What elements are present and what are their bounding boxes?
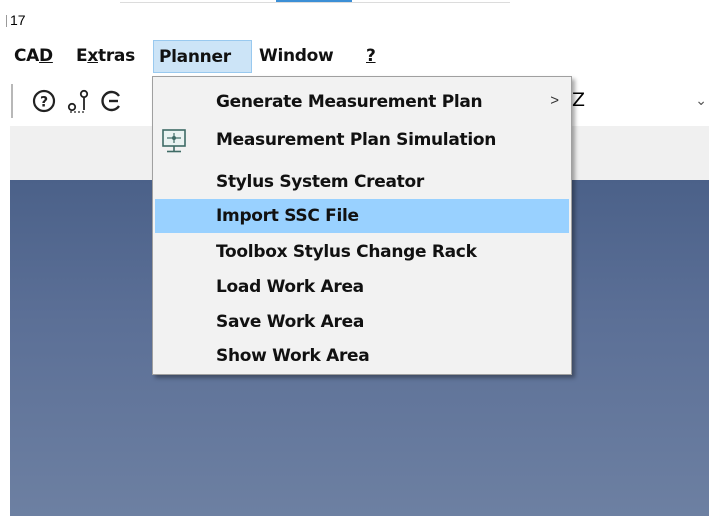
- menu-item-save-work-area[interactable]: Save Work Area: [155, 305, 569, 339]
- svg-text:?: ?: [40, 95, 48, 111]
- menu-item-import-ssc-file[interactable]: Import SSC File: [155, 199, 569, 233]
- menu-item-label: Show Work Area: [216, 346, 370, 366]
- menu-item-stylus-system-creator[interactable]: Stylus System Creator: [155, 165, 569, 199]
- axis-combo[interactable]: Z ⌄: [560, 86, 709, 114]
- menu-cad[interactable]: CAD: [14, 40, 53, 73]
- menu-extras-label-rest: tras: [98, 46, 135, 66]
- menu-item-load-work-area[interactable]: Load Work Area: [155, 270, 569, 304]
- menu-extras-label: E: [76, 46, 88, 66]
- monitor-icon: [161, 128, 187, 154]
- menu-item-toolbox-stylus-change-rack[interactable]: Toolbox Stylus Change Rack: [155, 235, 569, 269]
- menu-item-measurement-plan-simulation[interactable]: Measurement Plan Simulation: [155, 123, 569, 157]
- menu-extras[interactable]: Extras: [76, 40, 135, 73]
- menu-help-label: ?: [366, 46, 376, 66]
- menu-item-show-work-area[interactable]: Show Work Area: [155, 339, 569, 373]
- menu-cad-label: CA: [14, 46, 40, 66]
- menu-item-label: Toolbox Stylus Change Rack: [216, 242, 477, 262]
- menu-item-label: Load Work Area: [216, 277, 364, 297]
- menu-item-label: Measurement Plan Simulation: [216, 130, 497, 150]
- menu-item-generate-measurement-plan[interactable]: Generate Measurement Plan >: [155, 85, 569, 119]
- submenu-arrow-icon: >: [550, 92, 559, 109]
- menu-item-label: Import SSC File: [216, 206, 359, 226]
- bottom-strip: [0, 516, 709, 526]
- menu-bar: CAD Extras Planner Window ?: [0, 40, 709, 73]
- toolbar-separator: [11, 84, 13, 118]
- help-icon[interactable]: ?: [30, 84, 60, 118]
- menu-item-label: Save Work Area: [216, 312, 365, 332]
- probe-icon[interactable]: [64, 84, 94, 118]
- axis-combo-value: Z: [572, 89, 586, 111]
- window-title: 17: [10, 12, 26, 28]
- title-divider: [120, 2, 510, 3]
- menu-extras-mnemonic: x: [87, 46, 98, 66]
- chevron-down-icon[interactable]: ⌄: [695, 92, 707, 109]
- menu-planner[interactable]: Planner: [153, 40, 252, 73]
- title-tick: [6, 15, 7, 27]
- planner-menu: Generate Measurement Plan > Measurement …: [152, 76, 572, 375]
- rotate-icon[interactable]: [98, 84, 120, 118]
- menu-help[interactable]: ?: [366, 40, 376, 73]
- menu-cad-mnemonic: D: [39, 46, 53, 66]
- menu-item-label: Stylus System Creator: [216, 172, 424, 192]
- menu-item-label: Generate Measurement Plan: [216, 92, 483, 112]
- menu-window[interactable]: Window: [259, 40, 334, 73]
- active-tab-accent: [276, 0, 352, 2]
- menu-planner-label: Planner: [159, 47, 231, 67]
- title-bar: 17: [0, 0, 709, 36]
- menu-window-label: Window: [259, 46, 334, 66]
